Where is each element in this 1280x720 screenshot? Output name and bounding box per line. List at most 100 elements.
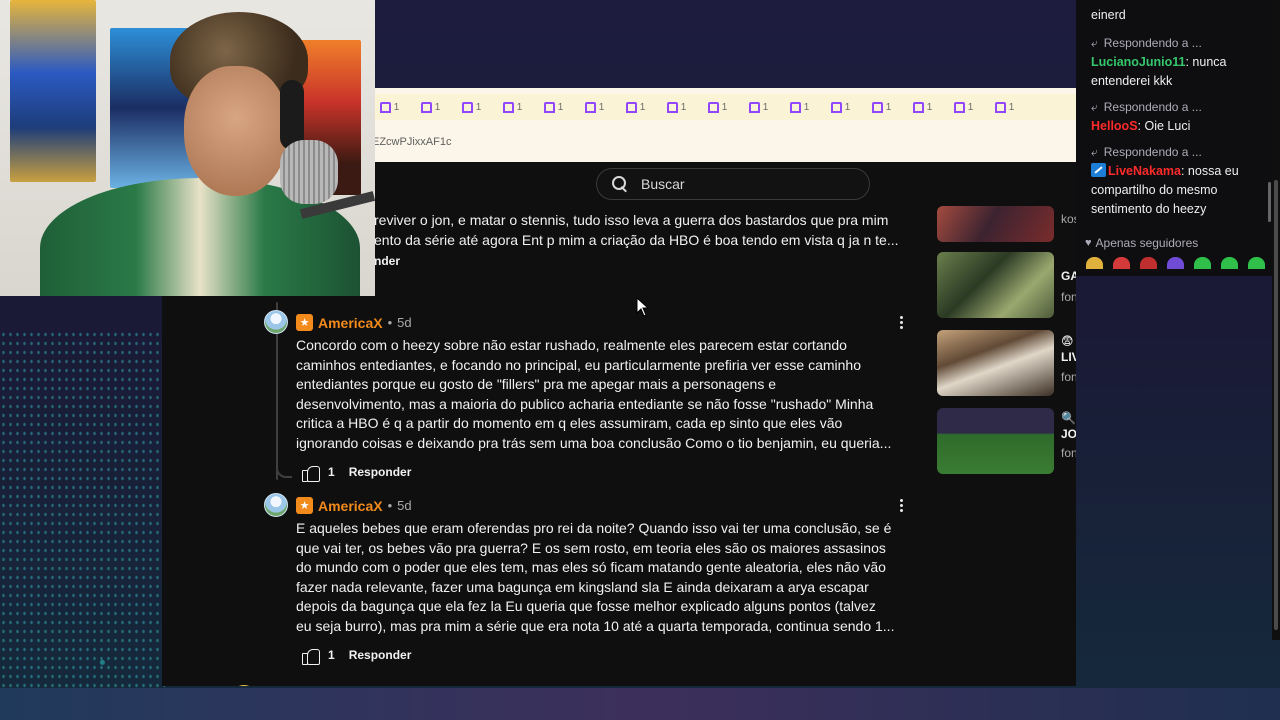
- chat-message: ⤶ Respondendo a ... HellooS: Oie Luci: [1091, 98, 1271, 136]
- chat-message: einerd: [1091, 6, 1271, 25]
- chat-scrollbar[interactable]: [1268, 182, 1271, 222]
- avatar[interactable]: [230, 685, 258, 686]
- browser-tab[interactable]: 1: [372, 97, 407, 117]
- twitch-tab-icon: [666, 101, 678, 113]
- reply-arrow-icon: ⤶: [1091, 100, 1098, 114]
- browser-tab[interactable]: 1: [987, 97, 1022, 117]
- chat-overlay: einerd ⤶ Respondendo a ... LucianoJunio1…: [1076, 0, 1274, 276]
- recommendations-column: kos GALILEU, SOU MAIS E... fontinnelerj …: [937, 206, 1076, 686]
- browser-tab[interactable]: 1: [577, 97, 612, 117]
- tab-count: 1: [557, 101, 564, 113]
- followers-only-notice: ♥ Apenas seguidores: [1085, 234, 1198, 253]
- search-box[interactable]: [596, 168, 870, 200]
- star-badge-icon: ★: [296, 314, 313, 331]
- more-options-icon[interactable]: [900, 499, 904, 513]
- tab-count: 1: [475, 101, 482, 113]
- video-title[interactable]: 😨 VOU PARAR DE FAZER LIVE ❓ ENTEN...: [1061, 333, 1076, 365]
- channel-name[interactable]: fontinnelerj: [1061, 370, 1076, 384]
- emote-icon[interactable]: [1221, 257, 1238, 269]
- separator: •: [387, 498, 393, 513]
- comment-age[interactable]: 5d: [397, 315, 411, 330]
- comment-item: ★ AmericaX • 5d Concordo com o heezy sob…: [264, 310, 924, 482]
- comment-text: E aqueles bebes que eram oferendas pro r…: [296, 519, 921, 636]
- url-fragment[interactable]: EZcwPJixxAF1c: [372, 136, 451, 148]
- channel-name[interactable]: fontinnelerj: [1061, 446, 1076, 460]
- search-icon[interactable]: [611, 175, 629, 193]
- comment-author[interactable]: AmericaX: [318, 498, 383, 514]
- twitch-tab-icon: [379, 101, 391, 113]
- video-channel[interactable]: fontinnelerj ✓: [1061, 290, 1076, 304]
- emote-icon[interactable]: [1140, 257, 1157, 269]
- browser-tab[interactable]: 1: [454, 97, 489, 117]
- tab-count: 1: [844, 101, 851, 113]
- more-options-icon[interactable]: [900, 316, 904, 330]
- chat-text: : Oie Luci: [1137, 119, 1191, 133]
- browser-tab[interactable]: 1: [495, 97, 530, 117]
- browser-tab[interactable]: 1: [823, 97, 858, 117]
- channel-name[interactable]: kos: [1061, 212, 1076, 226]
- microphone-icon: [280, 140, 338, 204]
- browser-tab[interactable]: 1: [782, 97, 817, 117]
- avatar[interactable]: [264, 493, 288, 517]
- browser-tab[interactable]: 1: [946, 97, 981, 117]
- reply-button[interactable]: Responder: [349, 648, 412, 662]
- comment-age[interactable]: 5d: [397, 498, 411, 513]
- page-scrollbar[interactable]: [1272, 0, 1280, 640]
- recommended-video[interactable]: GALILEU, SOU MAIS E... fontinnelerj ✓: [937, 252, 1076, 318]
- avatar[interactable]: [264, 310, 288, 334]
- scrollbar-thumb[interactable]: [1274, 180, 1278, 630]
- browser-tab[interactable]: 1: [905, 97, 940, 117]
- video-channel[interactable]: fontinnelerj ✓: [1061, 446, 1076, 460]
- video-thumbnail[interactable]: [937, 330, 1054, 396]
- cursor-arrow-icon: [636, 297, 650, 317]
- comment-line: Concordo com o heezy sobre não estar rus…: [296, 337, 847, 353]
- video-channel[interactable]: fontinnelerj ✓: [1061, 370, 1076, 384]
- reply-context[interactable]: ⤶ Respondendo a ...: [1091, 98, 1271, 117]
- recommended-video[interactable]: kos: [937, 206, 1076, 242]
- twitch-tab-icon: [543, 101, 555, 113]
- emote-icon[interactable]: [1086, 257, 1103, 269]
- chat-username[interactable]: LiveNakama: [1108, 164, 1181, 178]
- emote-icon[interactable]: [1194, 257, 1211, 269]
- comment-line: eu seja burro), mas pra mim a série que …: [296, 617, 895, 634]
- video-thumbnail[interactable]: [937, 206, 1054, 242]
- channel-name[interactable]: fontinnelerj: [1061, 290, 1076, 304]
- emote-icon[interactable]: [1167, 257, 1184, 269]
- recommended-video[interactable]: 😨 VOU PARAR DE FAZER LIVE ❓ ENTEN... fon…: [937, 330, 1076, 396]
- chat-username[interactable]: HellooS: [1091, 119, 1138, 133]
- twitch-tab-icon: [953, 101, 965, 113]
- reply-arrow-icon: ⤶: [1091, 36, 1098, 50]
- previous-comment-text: reviver o jon, e matar o stennis, tudo i…: [374, 210, 924, 250]
- emote-icon[interactable]: [1113, 257, 1130, 269]
- video-thumbnail[interactable]: [937, 252, 1054, 318]
- browser-tab[interactable]: 1: [413, 97, 448, 117]
- reply-button[interactable]: nder: [374, 254, 400, 268]
- reply-button[interactable]: Responder: [349, 465, 412, 479]
- browser-tab[interactable]: 1: [618, 97, 653, 117]
- video-thumbnail[interactable]: [937, 408, 1054, 474]
- like-count: 1: [328, 648, 335, 662]
- video-channel[interactable]: kos: [1061, 212, 1076, 226]
- emote-row: [1086, 257, 1265, 269]
- like-icon[interactable]: [302, 647, 320, 665]
- tab-count: 1: [967, 101, 974, 113]
- browser-tab[interactable]: 1: [536, 97, 571, 117]
- reply-context-text: Respondendo a ...: [1103, 36, 1202, 50]
- browser-tab[interactable]: 1: [700, 97, 735, 117]
- comment-line: caminhos entediantes, e focando no princ…: [296, 356, 861, 373]
- comment-actions: 1 Responder: [302, 464, 412, 482]
- comment-author[interactable]: AmericaX: [318, 315, 383, 331]
- recommended-video[interactable]: 🔍 Ep. 1 - EM BUSCA DA JOIA DO CAPIM FC +…: [937, 408, 1076, 474]
- browser-tab[interactable]: 1: [864, 97, 899, 117]
- search-input[interactable]: [641, 176, 841, 192]
- chat-username[interactable]: LucianoJunio11: [1091, 55, 1185, 69]
- reply-context[interactable]: ⤶ Respondendo a ...: [1091, 143, 1271, 162]
- reply-context[interactable]: ⤶ Respondendo a ...: [1091, 34, 1271, 53]
- browser-tab[interactable]: 1: [659, 97, 694, 117]
- video-title[interactable]: GALILEU, SOU MAIS E...: [1061, 268, 1076, 284]
- comment-item: ★ AmericaX • 5d E aqueles bebes que eram…: [264, 493, 924, 665]
- browser-tab[interactable]: 1: [741, 97, 776, 117]
- video-title[interactable]: 🔍 Ep. 1 - EM BUSCA DA JOIA DO CAPIM FC +…: [1061, 410, 1076, 442]
- emote-icon[interactable]: [1248, 257, 1265, 269]
- like-icon[interactable]: [302, 464, 320, 482]
